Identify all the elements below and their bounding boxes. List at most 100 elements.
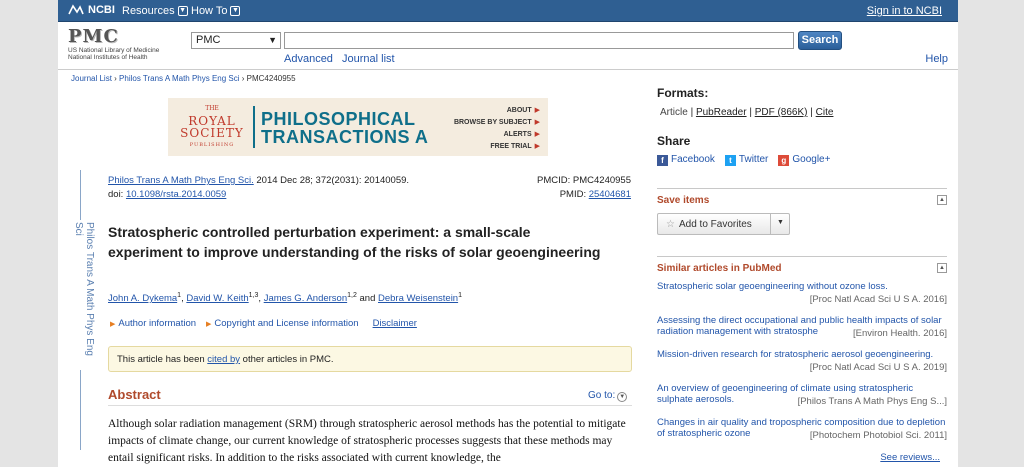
cited-by-link[interactable]: cited by [207,354,240,365]
abstract-heading: Abstract [108,387,632,406]
pmid-link[interactable]: 25404681 [589,189,631,200]
author-link[interactable]: James G. Anderson [264,293,347,304]
author-affil: 1,3 [248,292,259,299]
formats-list: Article | PubReader | PDF (866K) | Cite [660,107,834,118]
pmc-logo-text: PMC [68,26,119,47]
journal-banner[interactable]: THE ROYAL SOCIETY PUBLISHING PHILOSOPHIC… [168,98,548,156]
journal-side-label: Philos Trans A Math Phys Eng Sci [70,170,95,450]
banner-divider [253,106,255,148]
author-affil: 1,2 [347,292,357,299]
share-facebook[interactable]: f Facebook [657,154,715,166]
similar-articles-box: Similar articles in PubMed ▲ Stratospher… [657,256,947,467]
logo-publishing: PUBLISHING [189,142,235,148]
advanced-search-link[interactable]: Advanced [284,53,333,65]
author-link[interactable]: John A. Dykema [108,293,177,304]
breadcrumb-separator: › [239,74,247,83]
similar-article-item[interactable]: Stratospheric solar geoengineering witho… [657,281,949,305]
abstract-text: Although solar radiation management (SRM… [108,418,626,464]
logo-subtitle-1: US National Library of Medicine [68,47,160,54]
format-cite[interactable]: Cite [816,107,834,118]
search-button[interactable]: Search [798,31,842,50]
ncbi-header-bar: NCBI Resources ▼ How To ▼ Sign in to NCB… [58,0,958,22]
goto-menu[interactable]: Go to: ▼ [588,390,628,402]
journal-link[interactable]: Philos Trans A Math Phys Eng Sci. [108,175,254,186]
royal-society-logo: THE ROYAL SOCIETY PUBLISHING [178,103,246,151]
banner-link-alerts[interactable]: ALERTS ▶ [454,129,540,141]
journal-name-line1: PHILOSOPHICAL [261,109,416,129]
database-select[interactable]: PMC ▼ [191,32,281,49]
see-reviews-link[interactable]: See reviews... [880,452,940,463]
search-bar: PMC US National Library of Medicine Nati… [58,22,958,70]
ncbi-label: NCBI [88,4,115,16]
author-link[interactable]: Debra Weisenstein [378,293,458,304]
star-icon: ☆ [666,219,675,230]
journal-name-line2: TRANSACTIONS A [261,127,429,147]
breadcrumb: Journal List › Philos Trans A Math Phys … [71,74,296,83]
chevron-down-icon: ▼ [617,392,628,402]
logo-society: SOCIETY [180,126,244,140]
author-link[interactable]: David W. Keith [186,293,248,304]
disclaimer-link[interactable]: Disclaimer [373,318,417,329]
pmid-label: PMID: [559,189,589,200]
chevron-down-icon: ▼ [177,6,188,16]
journal-list-link[interactable]: Journal list [342,53,395,65]
resources-menu[interactable]: Resources ▼ [122,5,188,17]
triangle-right-icon: ▶ [206,321,212,328]
citation-line: Philos Trans A Math Phys Eng Sci. 2014 D… [108,174,409,202]
triangle-right-icon: ▶ [534,107,540,114]
cited-pre: This article has been [117,354,208,365]
formats-heading: Formats: [657,86,709,100]
breadcrumb-separator: › [111,74,120,83]
author-information-toggle[interactable]: ▶ Author information [110,318,196,329]
similar-article-item[interactable]: Mission-driven research for stratospheri… [657,349,949,373]
author-and: and [356,293,378,305]
breadcrumb-journal[interactable]: Philos Trans A Math Phys Eng Sci [119,74,240,83]
howto-label: How To [191,5,228,17]
share-links: f Facebook t Twitter g Google+ [657,154,830,166]
help-link[interactable]: Help [925,53,948,65]
journal-name: PHILOSOPHICAL TRANSACTIONS A [261,110,428,146]
article-info-links: ▶ Author information ▶ Copyright and Licen… [110,318,417,329]
collapse-icon[interactable]: ▲ [937,263,947,273]
banner-link-about[interactable]: ABOUT ▶ [454,105,540,117]
database-select-value: PMC [196,34,221,46]
banner-link-free-trial[interactable]: FREE TRIAL ▶ [454,141,540,153]
save-items-box: Save items ▲ ☆ Add to Favorites ▼ [657,188,947,235]
ncbi-logo-icon [68,4,84,15]
share-googleplus[interactable]: g Google+ [778,154,830,166]
banner-link-browse[interactable]: BROWSE BY SUBJECT ▶ [454,117,540,129]
collapse-icon[interactable]: ▲ [937,195,947,205]
cited-by-notice: This article has been cited by other art… [108,346,632,372]
copyright-toggle[interactable]: ▶ Copyright and License information [206,318,359,329]
triangle-right-icon: ▶ [534,131,540,138]
format-pdf[interactable]: PDF (866K) [755,107,808,118]
breadcrumb-current: PMC4240955 [246,74,296,83]
favorites-dropdown-button[interactable]: ▼ [770,213,790,235]
triangle-right-icon: ▶ [534,143,540,150]
similar-article-item[interactable]: An overview of geoengineering of climate… [657,383,949,407]
chevron-down-icon: ▼ [268,35,277,45]
signin-link[interactable]: Sign in to NCBI [867,5,942,17]
logo-subtitle-2: National Institutes of Health [68,54,148,61]
chevron-down-icon: ▼ [230,6,241,16]
breadcrumb-journal-list[interactable]: Journal List [71,74,112,83]
similar-article-item[interactable]: Assessing the direct occupational and pu… [657,315,949,339]
resources-label: Resources [122,5,175,17]
format-pubreader[interactable]: PubReader [696,107,747,118]
howto-menu[interactable]: How To ▼ [191,5,241,17]
article-ids: PMCID: PMC4240955 PMID: 25404681 [537,174,631,202]
twitter-icon: t [724,155,736,166]
share-twitter[interactable]: t Twitter [724,154,768,166]
search-input[interactable] [284,32,794,49]
author-list: John A. Dykema1, David W. Keith1,3, Jame… [108,292,462,305]
facebook-icon: f [657,155,668,166]
side-journal-title[interactable]: Philos Trans A Math Phys Eng Sci [73,220,95,370]
format-article: Article [660,107,688,118]
author-affil: 1 [458,292,462,299]
ncbi-home-link[interactable]: NCBI [68,4,115,16]
doi-link[interactable]: 10.1098/rsta.2014.0059 [126,189,226,200]
banner-links: ABOUT ▶ BROWSE BY SUBJECT ▶ ALERTS ▶ FREE T… [454,105,540,153]
similar-articles-heading: Similar articles in PubMed [657,263,782,274]
similar-article-item[interactable]: Changes in air quality and tropospheric … [657,417,949,441]
pmc-logo[interactable]: PMC US National Library of Medicine Nati… [68,26,178,61]
